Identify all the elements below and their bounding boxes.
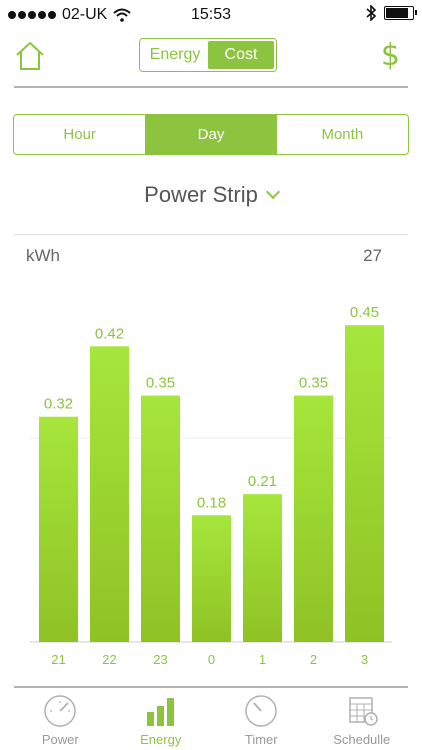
calendar-icon [349, 697, 378, 726]
device-divider [14, 234, 408, 235]
bar-22 [90, 346, 129, 642]
period-selector: Hour Day Month [13, 114, 409, 155]
bar-value-label: 0.45 [350, 304, 379, 321]
bar-value-label: 0.35 [299, 375, 328, 392]
x-tick-label: 0 [208, 652, 215, 667]
bar-chart-icon [146, 698, 174, 726]
status-time: 15:53 [190, 6, 232, 23]
energy-bar-chart: 0.32 21 0.42 22 0.35 23 0.18 0 0.21 1 0.35 2 0.45 3 [30, 304, 392, 667]
tab-hour[interactable]: Hour [14, 115, 145, 154]
tab-schedule[interactable]: Schedulle [317, 688, 407, 750]
tab-timer[interactable]: Timer [216, 688, 306, 750]
bluetooth-icon [366, 5, 376, 21]
bar-value-label: 0.42 [95, 325, 124, 342]
tab-power-label: Power [41, 732, 79, 747]
bar-value-label: 0.35 [146, 375, 175, 392]
tab-power[interactable]: Power [15, 688, 105, 750]
bar-21 [39, 416, 78, 642]
energy-cost-toggle: Energy Cost [139, 38, 277, 72]
x-tick-label: 3 [361, 652, 368, 667]
bar-value-label: 0.32 [44, 396, 73, 413]
chevron-down-icon [265, 184, 280, 200]
clock-icon [245, 695, 277, 727]
bar-2 [294, 395, 333, 642]
status-right [366, 5, 417, 21]
tab-energy-label: Energy [140, 732, 182, 747]
x-tick-label: 21 [51, 652, 65, 667]
home-icon[interactable] [14, 40, 46, 72]
tab-month[interactable]: Month [277, 115, 408, 154]
tab-energy[interactable]: Energy [116, 688, 206, 750]
bar-value-label: 0.18 [197, 494, 226, 511]
x-tick-label: 23 [153, 652, 167, 667]
tab-schedule-label: Schedulle [333, 732, 391, 747]
bar-3 [345, 325, 384, 642]
status-bar: 02-UK 15:53 [0, 0, 422, 30]
device-name: Power Strip [144, 182, 258, 207]
chart-total-value: 27 [363, 246, 382, 265]
x-tick-label: 2 [310, 652, 317, 667]
tab-bar: Power Energy Timer Schedulle [0, 688, 422, 750]
battery-icon [384, 6, 417, 20]
tab-day[interactable]: Day [145, 115, 277, 154]
dollar-icon[interactable]: $ [381, 38, 400, 73]
segment-cost[interactable]: Cost [208, 41, 274, 69]
bars-group: 0.32 21 0.42 22 0.35 23 0.18 0 0.21 1 0.35 2 0.45 3 [39, 304, 384, 667]
bar-1 [243, 494, 282, 642]
header: Energy Cost $ [0, 36, 422, 80]
chart-unit-label: kWh [26, 246, 60, 265]
header-divider [14, 86, 408, 88]
tab-timer-label: Timer [244, 732, 278, 747]
x-tick-label: 1 [259, 652, 266, 667]
bar-0 [192, 515, 231, 642]
bar-23 [141, 395, 180, 642]
device-selector[interactable]: Power Strip [0, 182, 422, 208]
x-tick-label: 22 [102, 652, 116, 667]
segment-energy[interactable]: Energy [142, 41, 208, 69]
gauge-icon [44, 695, 76, 727]
bar-value-label: 0.21 [248, 473, 277, 490]
